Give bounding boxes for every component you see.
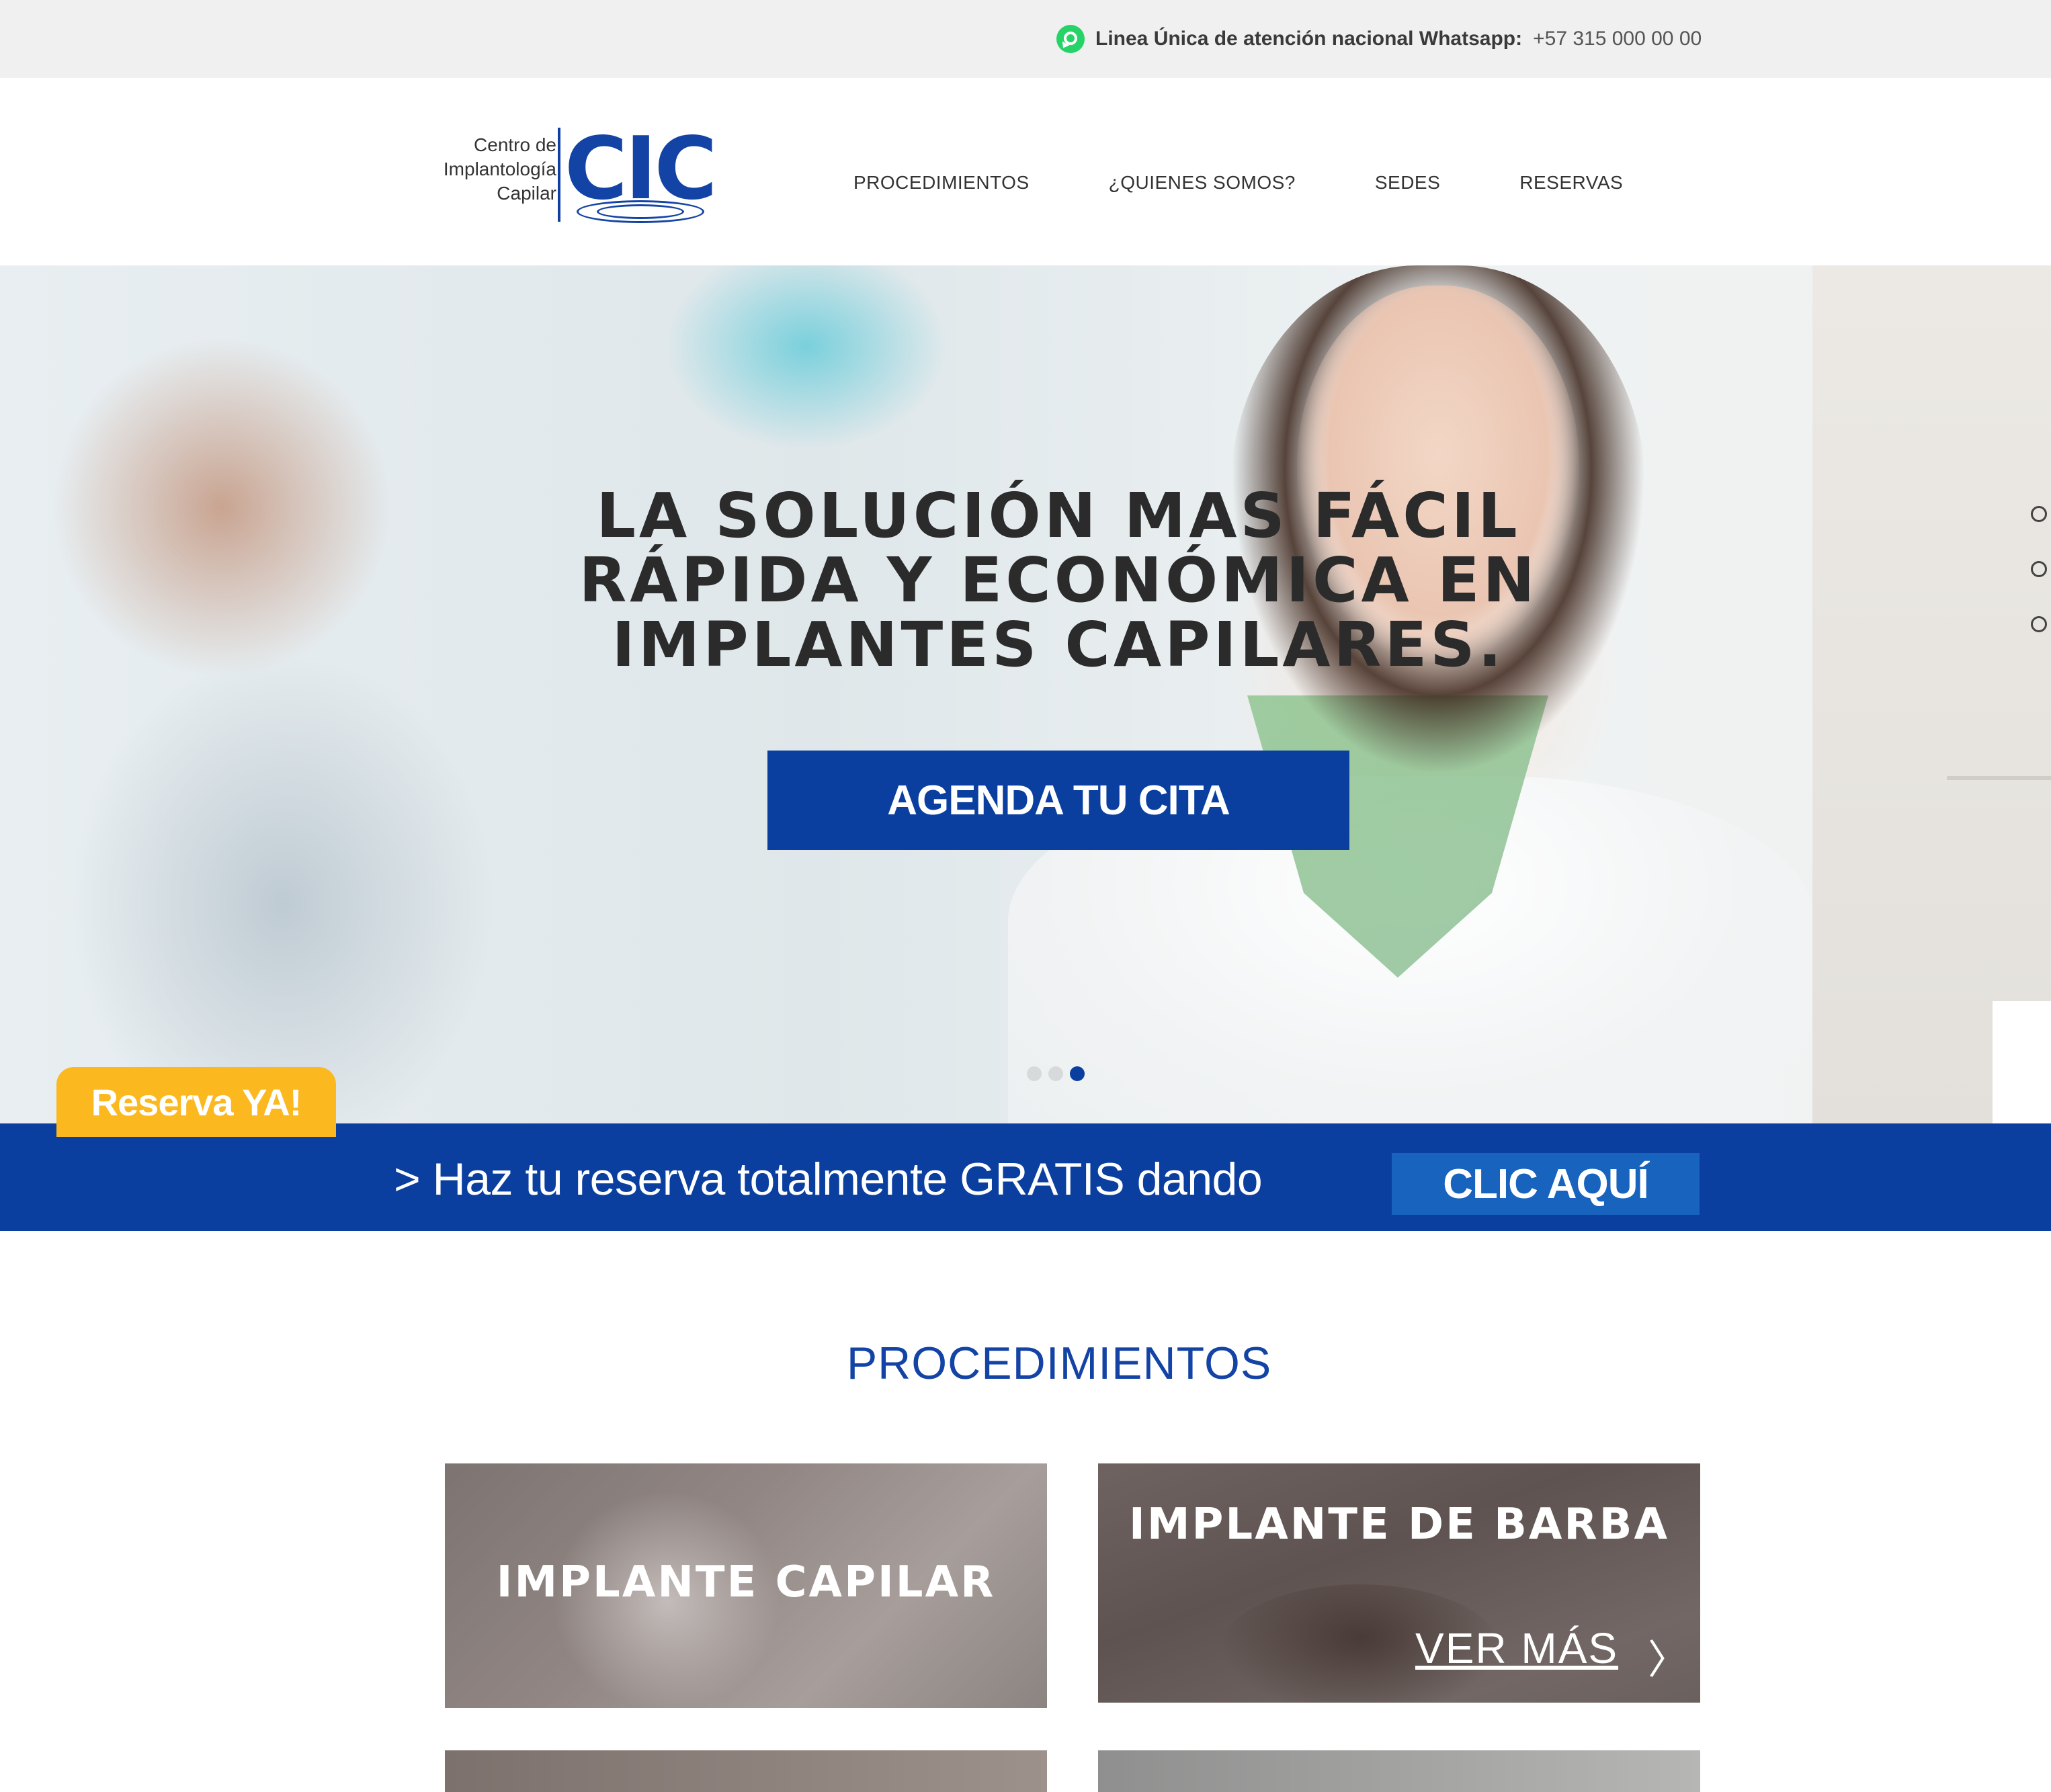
shelf: [1947, 776, 2051, 780]
side-dot[interactable]: [2031, 616, 2047, 632]
slider-dot-active[interactable]: [1070, 1066, 1085, 1081]
logo-text: Centro de Implantología Capilar: [443, 134, 556, 204]
whatsapp-label: Linea Única de atención nacional Whatsap…: [1095, 28, 1523, 50]
logo-ring: [597, 204, 684, 219]
side-widget[interactable]: [1993, 1001, 2051, 1123]
side-dot[interactable]: [2031, 506, 2047, 522]
hero-headline: LA SOLUCIÓN MAS FÁCIL RÁPIDA Y ECONÓMICA…: [579, 480, 1538, 681]
chevron-right-icon[interactable]: 〉: [1648, 1627, 1688, 1686]
site-header: Centro de Implantología Capilar CIC PROC…: [0, 78, 2051, 265]
nav-reservas[interactable]: RESERVAS: [1519, 172, 1623, 194]
logo-divider: [558, 128, 560, 222]
side-dots: [2031, 506, 2051, 671]
nav-quienes-somos[interactable]: ¿QUIENES SOMOS?: [1109, 172, 1296, 194]
slider-dot[interactable]: [1048, 1066, 1063, 1081]
main-nav: PROCEDIMIENTOS ¿QUIENES SOMOS? SEDES RES…: [853, 156, 1702, 210]
card-implante-barba[interactable]: IMPLANTE DE BARBA VER MÁS 〉: [1098, 1463, 1700, 1703]
card-implante-capilar[interactable]: IMPLANTE CAPILAR: [445, 1463, 1047, 1708]
ver-mas-link[interactable]: VER MÁS: [1415, 1623, 1618, 1673]
nav-sedes[interactable]: SEDES: [1375, 172, 1440, 194]
reserva-banner: > Haz tu reserva totalmente GRATIS dando…: [0, 1123, 2051, 1231]
reserva-banner-text: > Haz tu reserva totalmente GRATIS dando: [394, 1154, 1263, 1205]
agenda-cita-button[interactable]: AGENDA TU CITA: [767, 751, 1349, 850]
side-dot[interactable]: [2031, 561, 2047, 577]
reserva-ya-tab[interactable]: Reserva YA!: [56, 1067, 336, 1137]
hero-side-panel: [1812, 265, 2051, 1123]
card-title: IMPLANTE CAPILAR: [496, 1558, 996, 1607]
card-procedure[interactable]: [445, 1750, 1047, 1792]
clic-aqui-button[interactable]: CLIC AQUÍ: [1392, 1153, 1700, 1215]
card-procedure[interactable]: [1098, 1750, 1700, 1792]
procedimientos-title: PROCEDIMIENTOS: [846, 1338, 1272, 1389]
slider-dots: [1027, 1066, 1085, 1081]
whatsapp-phone[interactable]: +57 315 000 00 00: [1533, 28, 1702, 50]
top-bar: Linea Única de atención nacional Whatsap…: [0, 0, 2051, 78]
slider-dot[interactable]: [1027, 1066, 1042, 1081]
nav-procedimientos[interactable]: PROCEDIMIENTOS: [853, 172, 1030, 194]
hero-slider: LA SOLUCIÓN MAS FÁCIL RÁPIDA Y ECONÓMICA…: [0, 265, 2051, 1123]
whatsapp-icon: [1056, 25, 1085, 53]
card-title: IMPLANTE DE BARBA: [1129, 1500, 1669, 1549]
whatsapp-contact[interactable]: Linea Única de atención nacional Whatsap…: [1056, 20, 1702, 58]
logo[interactable]: Centro de Implantología Capilar CIC: [430, 122, 717, 226]
